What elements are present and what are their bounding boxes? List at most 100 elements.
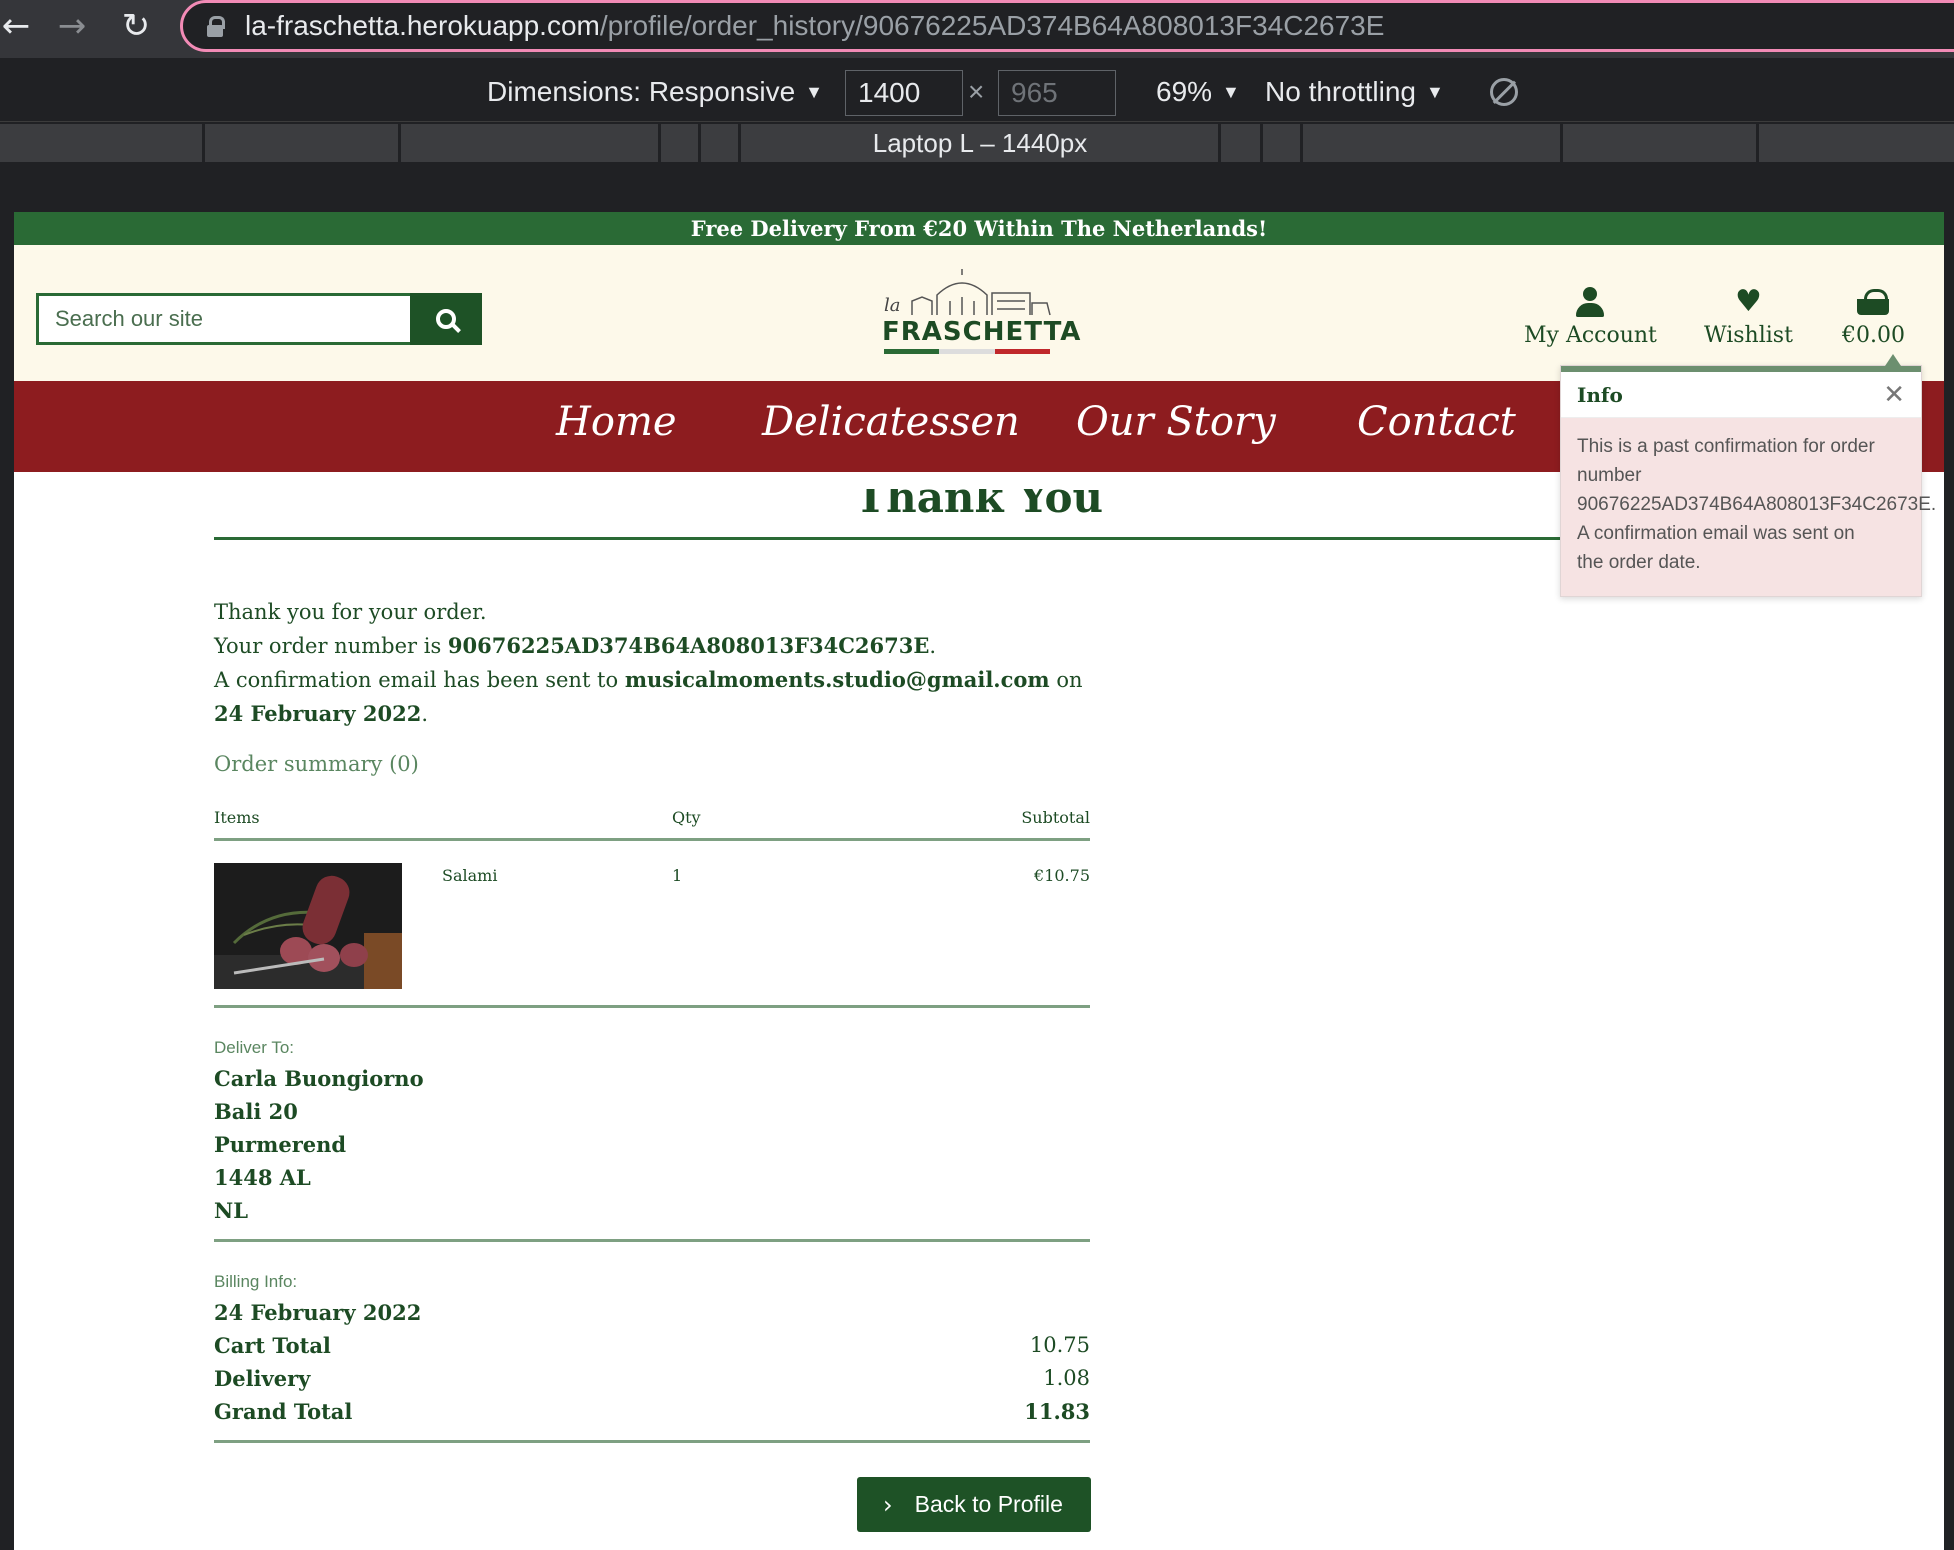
toast-arrow xyxy=(1885,354,1901,366)
throttling-dropdown[interactable]: No throttling ▼ xyxy=(1265,72,1444,112)
title-divider xyxy=(214,537,1574,540)
col-qty: Qty xyxy=(672,808,701,827)
nav-our-story[interactable]: Our Story xyxy=(1076,399,1276,445)
address-name: Carla Buongiorno xyxy=(214,1066,424,1091)
site-header: la FRASCHETTA My Account ♥ Wishlist €0.0… xyxy=(14,245,1944,381)
col-subtotal: Subtotal xyxy=(1021,808,1090,827)
logo-la: la xyxy=(884,295,901,316)
billing-date: 24 February 2022 xyxy=(214,1300,422,1325)
confirmation-text: Thank you for your order. Your order num… xyxy=(214,596,1094,731)
forward-arrow-icon[interactable]: → xyxy=(50,4,94,48)
site-logo[interactable]: la FRASCHETTA xyxy=(882,267,1082,354)
cart-total-value: 10.75 xyxy=(1029,1333,1090,1357)
width-input[interactable]: 1400 xyxy=(845,70,963,116)
nav-contact[interactable]: Contact xyxy=(1357,399,1516,445)
grand-total-value: 11.83 xyxy=(1024,1399,1090,1424)
dimensions-label: Dimensions: Responsive xyxy=(487,76,796,107)
col-items: Items xyxy=(214,808,260,827)
nav-home[interactable]: Home xyxy=(556,399,677,445)
grand-total-row: Grand Total 11.83 xyxy=(214,1395,1090,1428)
close-icon[interactable]: ✕ xyxy=(1883,380,1905,410)
address-country: NL xyxy=(214,1198,248,1223)
url-path: /profile/order_history/90676225AD374B64A… xyxy=(599,10,1385,41)
toast-line: A confirmation email was sent on xyxy=(1577,523,1855,544)
back-to-profile-label: Back to Profile xyxy=(914,1491,1063,1517)
delivery-row: Delivery 1.08 xyxy=(214,1362,1090,1395)
back-to-profile-button[interactable]: › Back to Profile xyxy=(857,1477,1091,1532)
cart-total: €0.00 xyxy=(1842,323,1905,348)
email-prefix: A confirmation email has been sent to xyxy=(214,668,625,692)
delivery-label: Delivery xyxy=(214,1366,311,1391)
logo-text: FRASCHETTA xyxy=(882,317,1082,347)
items-divider xyxy=(214,1005,1090,1008)
toast-line: This is a past confirmation for order xyxy=(1577,436,1875,457)
throttling-label: No throttling xyxy=(1265,76,1416,107)
cart-link[interactable]: €0.00 xyxy=(1842,287,1905,348)
heart-icon: ♥ xyxy=(1735,284,1762,319)
times-sign: × xyxy=(968,76,985,107)
back-arrow-icon[interactable]: ← xyxy=(0,4,38,48)
zoom-dropdown[interactable]: 69% ▼ xyxy=(1156,72,1240,112)
item-subtotal: €10.75 xyxy=(1034,866,1090,885)
search-input[interactable] xyxy=(36,293,410,345)
email-line: A confirmation email has been sent to mu… xyxy=(214,667,1083,726)
billing-info-label: Billing Info: xyxy=(214,1272,298,1291)
device-toolbar: Dimensions: Responsive ▼ 1400 × 965 69% … xyxy=(0,62,1954,122)
page-viewport: Free Delivery From €20 Within The Nether… xyxy=(14,212,1944,1550)
order-number-line: Your order number is 90676225AD374B64A80… xyxy=(214,633,937,658)
basket-icon xyxy=(1857,287,1890,317)
toast-body: This is a past confirmation for order nu… xyxy=(1561,418,1937,596)
confirmation-email: musicalmoments.studio@gmail.com xyxy=(624,667,1050,692)
my-account-link[interactable]: My Account xyxy=(1524,287,1657,348)
dropdown-caret-icon: ▼ xyxy=(1425,81,1444,102)
user-icon xyxy=(1576,287,1605,317)
deliver-to-label: Deliver To: xyxy=(214,1038,294,1057)
zoom-label: 69% xyxy=(1156,76,1213,107)
browser-toolbar: ← → ↻ la-fraschetta.herokuapp.com/profil… xyxy=(0,0,1954,58)
cart-total-label: Cart Total xyxy=(214,1333,331,1358)
on-text: on xyxy=(1049,668,1083,692)
toast-line: 90676225AD374B64A808013F34C2673E. xyxy=(1577,494,1937,515)
delivery-value: 1.08 xyxy=(1043,1366,1090,1390)
address-city: Purmerend xyxy=(214,1132,347,1157)
chevron-right-icon: › xyxy=(883,1490,893,1519)
dropdown-caret-icon: ▼ xyxy=(805,81,823,102)
toast-line: number xyxy=(1577,465,1642,486)
order-number-prefix: Your order number is xyxy=(214,634,448,658)
delivery-address: Carla Buongiorno Bali 20 Purmerend 1448 … xyxy=(214,1062,424,1227)
order-date: 24 February 2022 xyxy=(214,701,422,726)
item-name: Salami xyxy=(442,866,498,885)
rotate-icon[interactable] xyxy=(1484,72,1524,112)
billing-info: 24 February 2022 Cart Total 10.75 Delive… xyxy=(214,1296,1090,1428)
search-button[interactable] xyxy=(410,293,482,345)
dimensions-dropdown[interactable]: Dimensions: Responsive ▼ xyxy=(487,72,823,112)
search-icon xyxy=(436,309,456,329)
address-divider xyxy=(214,1239,1090,1242)
toast-title: Info xyxy=(1577,382,1623,407)
breakpoint-bar[interactable]: Laptop L – 1440px xyxy=(0,124,1954,162)
breakpoint-label: Laptop L – 1440px xyxy=(872,128,1088,158)
cart-total-row: Cart Total 10.75 xyxy=(214,1329,1090,1362)
lock-icon xyxy=(207,16,225,37)
wishlist-link[interactable]: ♥ Wishlist xyxy=(1704,284,1793,349)
product-image-salami[interactable] xyxy=(214,863,402,989)
thanks-line: Thank you for your order. xyxy=(214,600,487,624)
billing-divider xyxy=(214,1440,1090,1443)
address-postcode: 1448 AL xyxy=(214,1165,311,1190)
height-input[interactable]: 965 xyxy=(998,70,1116,116)
wishlist-label: Wishlist xyxy=(1704,323,1793,348)
order-number: 90676225AD374B64A808013F34C2673E xyxy=(447,633,930,658)
search-form xyxy=(36,293,482,345)
reload-icon[interactable]: ↻ xyxy=(114,4,158,48)
salami-image xyxy=(214,863,402,989)
toast-header: Info ✕ xyxy=(1561,372,1921,418)
toast-line: the order date. xyxy=(1577,552,1701,573)
promo-banner: Free Delivery From €20 Within The Nether… xyxy=(14,212,1944,245)
italian-flag-stripe xyxy=(884,349,1050,354)
my-account-label: My Account xyxy=(1524,323,1657,348)
info-toast: Info ✕ This is a past confirmation for o… xyxy=(1560,354,1937,597)
nav-delicatessen[interactable]: Delicatessen xyxy=(762,399,1020,445)
address-street: Bali 20 xyxy=(214,1099,298,1124)
url-host: la-fraschetta.herokuapp.com xyxy=(245,10,600,41)
address-bar[interactable]: la-fraschetta.herokuapp.com/profile/orde… xyxy=(180,0,1954,52)
